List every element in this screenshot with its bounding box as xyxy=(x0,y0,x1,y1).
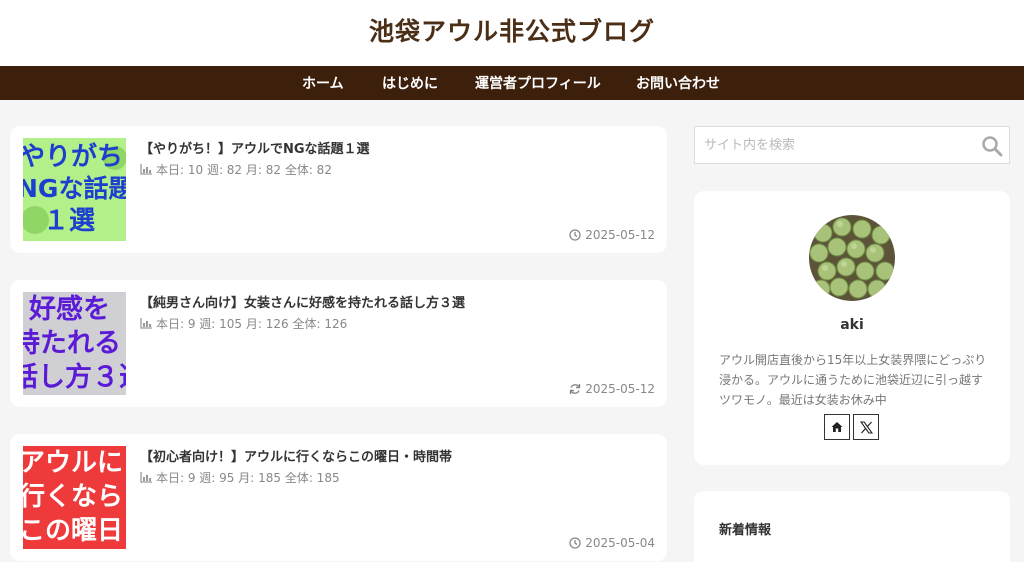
post-date-text: 2025-05-12 xyxy=(585,382,655,396)
search-box xyxy=(694,126,1010,164)
profile-bio: アウル開店直後から15年以上女装界隈にどっぷり浸かる。アウルに通うために池袋近辺… xyxy=(719,353,987,407)
post-view-stats: 本日: 10 週: 82 月: 82 全体: 82 xyxy=(140,161,332,178)
search-icon xyxy=(982,136,1003,157)
news-title: 新着情報 xyxy=(719,523,772,538)
thumbnail-text: アウルに xyxy=(23,448,124,478)
nav-item-profile[interactable]: 運営者プロフィール xyxy=(475,73,601,93)
nav-item-introduction[interactable]: はじめに xyxy=(382,73,438,93)
post-card[interactable]: アウルに 行くなら この曜日 【初心者向け！】アウルに行くならこの曜日・時間帯 … xyxy=(10,434,667,561)
post-stats-text: 本日: 9 週: 95 月: 185 全体: 185 xyxy=(156,471,340,485)
post-title[interactable]: 【やりがち！】アウルでNGな話題１選 xyxy=(140,138,370,157)
post-card[interactable]: 好感を 持たれる 話し方３選 【純男さん向け】女装さんに好感を持たれる話し方３選… xyxy=(10,280,667,407)
post-stats-text: 本日: 9 週: 105 月: 126 全体: 126 xyxy=(156,317,348,331)
site-header: 池袋アウル非公式ブログ xyxy=(0,0,1024,66)
post-date-text: 2025-05-04 xyxy=(585,536,655,550)
bar-chart-icon xyxy=(140,472,152,483)
post-view-stats: 本日: 9 週: 105 月: 126 全体: 126 xyxy=(140,315,347,332)
x-link-button[interactable] xyxy=(853,414,879,440)
thumbnail-text: やりがち xyxy=(23,142,124,172)
thumbnail-text: １選 xyxy=(43,206,96,236)
avatar-image xyxy=(809,215,895,301)
post-date-text: 2025-05-12 xyxy=(585,228,655,242)
search-input[interactable] xyxy=(695,127,975,163)
thumbnail-text: 好感を xyxy=(29,294,110,325)
post-thumbnail[interactable]: やりがち NGな話題 １選 xyxy=(23,138,126,241)
refresh-icon xyxy=(570,384,581,394)
thumbnail-text: 持たれる xyxy=(23,328,121,359)
profile-name: aki xyxy=(840,317,864,333)
x-icon xyxy=(859,420,873,434)
clock-icon xyxy=(569,537,581,549)
site-title[interactable]: 池袋アウル非公式ブログ xyxy=(0,12,1024,48)
nav-item-home[interactable]: ホーム xyxy=(302,73,344,93)
avatar xyxy=(809,215,895,301)
home-link-button[interactable] xyxy=(824,414,850,440)
post-date: 2025-05-12 xyxy=(569,382,655,396)
bar-chart-icon xyxy=(140,164,152,175)
clock-icon xyxy=(569,229,581,241)
post-title[interactable]: 【純男さん向け】女装さんに好感を持たれる話し方３選 xyxy=(140,292,465,311)
search-button[interactable] xyxy=(981,135,1003,157)
global-nav: ホーム はじめに 運営者プロフィール お問い合わせ xyxy=(0,66,1024,100)
post-card[interactable]: やりがち NGな話題 １選 【やりがち！】アウルでNGな話題１選 本日: 10 … xyxy=(10,126,667,253)
post-title[interactable]: 【初心者向け！】アウルに行くならこの曜日・時間帯 xyxy=(140,446,452,465)
bar-chart-icon xyxy=(140,318,152,329)
thumbnail-text: この曜日 xyxy=(23,516,124,546)
post-thumbnail[interactable]: アウルに 行くなら この曜日 xyxy=(23,446,126,549)
thumbnail-text: 話し方３選 xyxy=(23,362,126,393)
post-thumbnail[interactable]: 好感を 持たれる 話し方３選 xyxy=(23,292,126,395)
post-date: 2025-05-04 xyxy=(569,536,655,550)
thumbnail-text: NGな話題 xyxy=(23,174,126,203)
post-stats-text: 本日: 10 週: 82 月: 82 全体: 82 xyxy=(156,163,332,177)
news-card: 新着情報 xyxy=(694,491,1010,562)
thumbnail-text: 行くなら xyxy=(23,482,124,512)
post-view-stats: 本日: 9 週: 95 月: 185 全体: 185 xyxy=(140,469,340,486)
profile-card: aki アウル開店直後から15年以上女装界隈にどっぷり浸かる。アウルに通うために… xyxy=(694,191,1010,465)
home-icon xyxy=(831,422,843,432)
post-date: 2025-05-12 xyxy=(569,228,655,242)
nav-item-contact[interactable]: お問い合わせ xyxy=(636,73,720,93)
